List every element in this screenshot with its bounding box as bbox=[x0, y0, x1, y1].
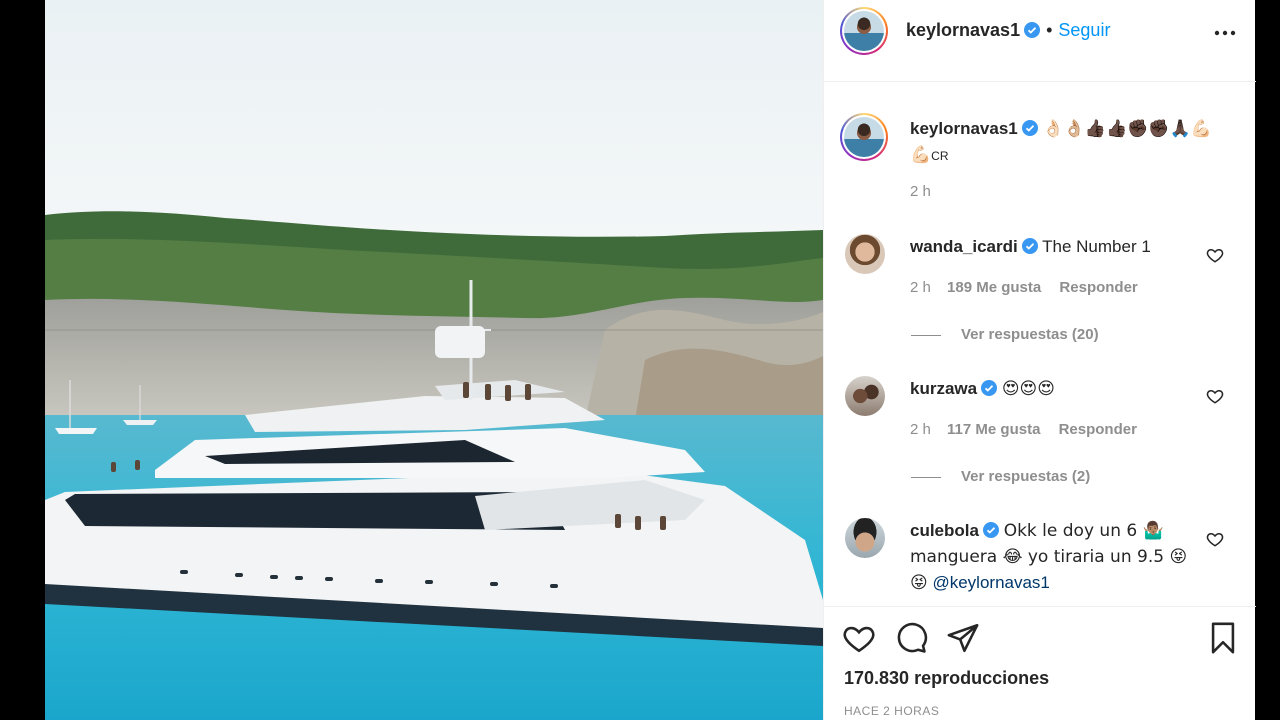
post-actions-bar bbox=[824, 606, 1256, 720]
share-send-icon[interactable] bbox=[946, 621, 980, 655]
comment-meta: 2 h 189 Me gusta Responder bbox=[910, 279, 1138, 296]
reply-button[interactable]: Responder bbox=[1059, 421, 1137, 438]
post-header: keylornavas1 • Seguir bbox=[824, 0, 1256, 82]
commenter-avatar[interactable] bbox=[845, 376, 885, 416]
caption-author-avatar[interactable] bbox=[840, 113, 888, 161]
reply-button[interactable]: Responder bbox=[1059, 279, 1137, 296]
caption-time[interactable]: 2 h bbox=[910, 183, 931, 200]
separator-dot: • bbox=[1046, 20, 1053, 40]
comment-text-line2: manguera 😂 yo tiraria un 9.5 😝 bbox=[910, 547, 1188, 567]
verified-badge-icon bbox=[1021, 238, 1038, 254]
mention-link[interactable]: @keylornavas1 bbox=[932, 573, 1049, 592]
comment: wanda_icardi The Number 1 bbox=[910, 234, 1210, 259]
comment-text-line3-emoji: 😝 bbox=[910, 573, 928, 593]
post-time-ago[interactable]: HACE 2 HORAS bbox=[844, 704, 939, 718]
comment-likes[interactable]: 117 Me gusta bbox=[947, 421, 1040, 438]
author-avatar[interactable] bbox=[840, 7, 888, 55]
verified-badge-icon bbox=[1024, 22, 1041, 38]
more-options-icon[interactable] bbox=[1214, 30, 1236, 36]
comment-bubble-icon[interactable] bbox=[894, 621, 928, 655]
view-replies-button[interactable]: Ver respuestas (20) bbox=[911, 326, 1099, 343]
post-modal: keylornavas1 • Seguir keylornavas1 👌🏻👌🏼👍🏿👍… bbox=[0, 0, 1280, 720]
views-count[interactable]: 170.830 reproducciones bbox=[844, 668, 1049, 689]
comment: kurzawa 😍😍😍 bbox=[910, 376, 1210, 402]
comment-time[interactable]: 2 h bbox=[910, 279, 931, 296]
caption-emoji-line2: 💪🏻 bbox=[910, 145, 932, 165]
video-player[interactable] bbox=[45, 0, 823, 720]
commenter-avatar[interactable] bbox=[845, 518, 885, 558]
like-comment-heart-icon[interactable] bbox=[1206, 387, 1224, 405]
comment-text: The Number 1 bbox=[1042, 237, 1151, 256]
comment-likes[interactable]: 189 Me gusta bbox=[947, 279, 1041, 296]
save-bookmark-icon[interactable] bbox=[1206, 621, 1240, 655]
post-side-panel: keylornavas1 • Seguir keylornavas1 👌🏻👌🏼👍🏿👍… bbox=[823, 0, 1256, 720]
comment-meta: 2 h 117 Me gusta Responder bbox=[910, 421, 1137, 438]
follow-button[interactable]: Seguir bbox=[1058, 20, 1110, 40]
comment-username[interactable]: kurzawa bbox=[910, 379, 977, 398]
view-replies-button[interactable]: Ver respuestas (2) bbox=[911, 468, 1090, 485]
verified-badge-icon bbox=[1021, 120, 1038, 136]
caption-username[interactable]: keylornavas1 bbox=[910, 119, 1018, 138]
comment-text: 😍😍😍 bbox=[1001, 379, 1055, 399]
comment-text-line1: Okk le doy un 6 🤷🏽‍♂️ bbox=[1003, 521, 1164, 541]
comment-username[interactable]: wanda_icardi bbox=[910, 237, 1018, 256]
verified-badge-icon bbox=[981, 380, 998, 396]
comment-username[interactable]: culebola bbox=[910, 521, 979, 540]
comment: culebola Okk le doy un 6 🤷🏽‍♂️ manguera … bbox=[910, 518, 1210, 596]
caption-tail: CR bbox=[931, 149, 949, 163]
like-comment-heart-icon[interactable] bbox=[1206, 530, 1224, 548]
verified-badge-icon bbox=[982, 522, 999, 538]
yacht-video-frame bbox=[45, 0, 823, 720]
like-comment-heart-icon[interactable] bbox=[1206, 246, 1224, 264]
like-heart-icon[interactable] bbox=[842, 621, 876, 655]
author-line: keylornavas1 • Seguir bbox=[906, 20, 1110, 41]
caption: keylornavas1 👌🏻👌🏼👍🏿👍🏿✊🏿✊🏿🙏🏿💪🏻 💪🏻CR bbox=[910, 116, 1240, 169]
comment-time[interactable]: 2 h bbox=[910, 421, 931, 438]
commenter-avatar[interactable] bbox=[845, 234, 885, 274]
caption-emojis: 👌🏻👌🏼👍🏿👍🏿✊🏿✊🏿🙏🏿💪🏻 bbox=[1042, 119, 1212, 139]
author-username[interactable]: keylornavas1 bbox=[906, 20, 1020, 40]
